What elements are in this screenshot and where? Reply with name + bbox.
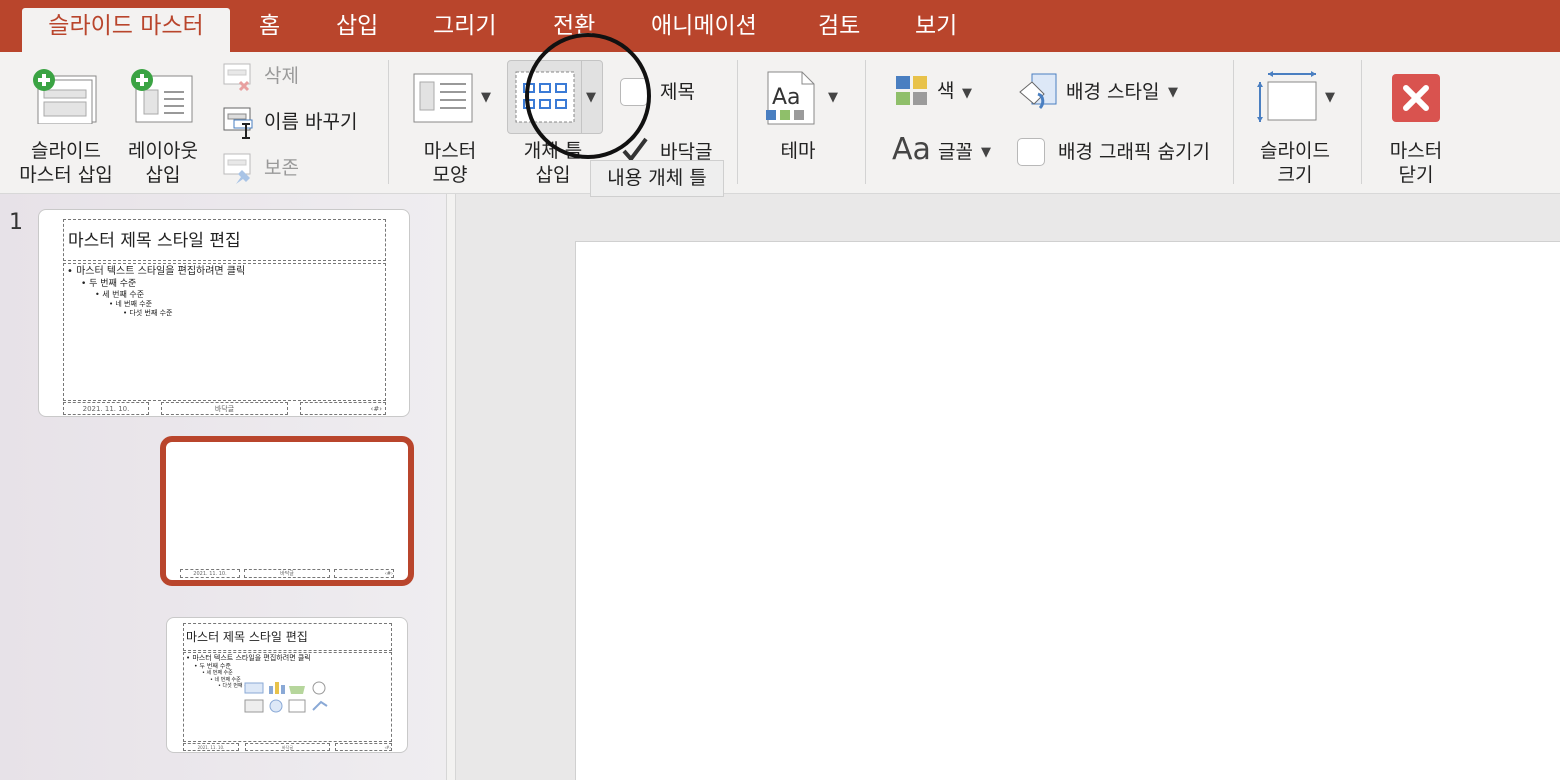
date-placeholder: 2021. 11. 10.	[180, 569, 240, 578]
title-placeholder: 마스터 제목 스타일 편집	[63, 219, 386, 261]
close-icon	[1392, 74, 1440, 122]
tab-draw[interactable]: 그리기	[433, 10, 496, 52]
footer-placeholder: 바닥글	[245, 743, 330, 751]
insert-slide-master-label-1: 슬라이드	[31, 140, 101, 162]
rename-label: 이름 바꾸기	[264, 111, 358, 133]
body-level-1: • 마스터 텍스트 스타일을 편집하려면 클릭	[186, 654, 311, 662]
pane-splitter[interactable]	[446, 194, 456, 780]
slide-number-placeholder: ‹#›	[335, 743, 392, 751]
background-styles-label: 배경 스타일	[1066, 81, 1160, 103]
footer-placeholder: 바닥글	[161, 402, 288, 415]
title-checkbox-label: 제목	[660, 81, 695, 103]
slide-master-thumbnail[interactable]: 마스터 제목 스타일 편집 • 마스터 텍스트 스타일을 편집하려면 클릭 • …	[38, 209, 410, 417]
slide-size-dropdown-arrow[interactable]: ▼	[1325, 90, 1335, 105]
body-level-2: • 두 번째 수준	[81, 278, 137, 289]
master-layout-icon	[413, 73, 473, 123]
body-placeholder: • 마스터 텍스트 스타일을 편집하려면 클릭 • 두 번째 수준 • 세 번째…	[63, 263, 386, 401]
ribbon-separator	[388, 60, 389, 184]
delete-label: 삭제	[264, 65, 299, 87]
footer-placeholder: 바닥글	[244, 569, 330, 578]
slide-canvas[interactable]	[575, 241, 1560, 780]
date-placeholder: 2021. 11. 10.	[183, 743, 239, 751]
body-level-1: • 마스터 텍스트 스타일을 편집하려면 클릭	[67, 266, 246, 277]
svg-text:Aa: Aa	[772, 85, 801, 110]
fonts-aa-icon: Aa	[892, 132, 931, 167]
body-level-3: • 세 번째 수준	[95, 289, 145, 299]
background-styles-dropdown-arrow[interactable]: ▼	[1168, 85, 1178, 100]
master-layout-label-1: 마스터	[423, 140, 477, 162]
background-styles-icon	[1019, 73, 1057, 110]
slide-size-icon	[1257, 71, 1317, 122]
colors-dropdown-arrow[interactable]: ▼	[962, 86, 972, 101]
colors-label: 색	[937, 80, 955, 102]
insert-slide-master-label-2: 마스터 삽입	[19, 164, 113, 186]
hide-background-graphics-checkbox[interactable]	[1017, 138, 1045, 166]
insert-placeholder-label-2: 삽입	[535, 164, 571, 186]
master-layout-dropdown-arrow[interactable]: ▼	[481, 90, 491, 105]
insert-layout-label-2: 삽입	[145, 164, 181, 186]
theme-icon: Aa	[766, 71, 815, 125]
close-master-label-1: 마스터	[1389, 140, 1443, 162]
preserve-label: 보존	[264, 157, 299, 179]
tab-slide-master[interactable]: 슬라이드 마스터	[22, 8, 230, 52]
delete-slide-icon	[223, 63, 251, 92]
title-placeholder: 마스터 제목 스타일 편집	[183, 623, 392, 651]
tab-review[interactable]: 검토	[818, 10, 860, 52]
blank-layout-thumbnail[interactable]: 2021. 11. 10. 바닥글 ‹#›	[160, 436, 414, 586]
ribbon-separator	[1233, 60, 1234, 184]
ribbon-separator	[1361, 60, 1362, 184]
slide-number-placeholder: ‹#›	[300, 402, 386, 415]
insert-content-icons	[244, 681, 328, 713]
hide-background-graphics-label: 배경 그래픽 숨기기	[1058, 141, 1210, 163]
rename-slide-icon	[223, 107, 253, 139]
slide-number-placeholder: ‹#›	[334, 569, 394, 578]
slide-number: 1	[9, 210, 23, 235]
ribbon-tab-bar: 슬라이드 마스터 홈 삽입 그리기 전환 애니메이션 검토 보기	[0, 0, 1560, 52]
master-layout-label-2: 모양	[432, 164, 468, 186]
slide-size-label-1: 슬라이드	[1260, 140, 1330, 162]
tab-animations[interactable]: 애니메이션	[651, 10, 757, 52]
body-level-4: • 네 번째 수준	[109, 299, 153, 308]
tab-home[interactable]: 홈	[259, 10, 280, 52]
ribbon-separator	[865, 60, 866, 184]
body-level-5: • 다섯 번째 수준	[123, 308, 173, 317]
color-swatches-icon	[896, 76, 927, 105]
highlight-circle-annotation	[525, 33, 651, 159]
insert-layout-icon	[131, 69, 193, 123]
title-content-layout-thumbnail[interactable]: 마스터 제목 스타일 편집 • 마스터 텍스트 스타일을 편집하려면 클릭 • …	[166, 617, 408, 753]
tab-insert[interactable]: 삽입	[336, 10, 378, 52]
theme-dropdown-arrow[interactable]: ▼	[828, 90, 838, 105]
preserve-pin-icon	[223, 153, 251, 184]
tab-view[interactable]: 보기	[915, 10, 957, 52]
ribbon-separator	[737, 60, 738, 184]
fonts-dropdown-arrow[interactable]: ▼	[981, 145, 991, 160]
slide-size-label-2: 크기	[1277, 164, 1313, 186]
theme-label: 테마	[780, 140, 816, 162]
date-placeholder: 2021. 11. 10.	[63, 402, 149, 415]
insert-slide-master-icon	[33, 69, 97, 124]
fonts-label: 글꼴	[938, 141, 973, 163]
content-placeholder-tooltip: 내용 개체 틀	[590, 160, 724, 197]
close-master-label-2: 닫기	[1398, 164, 1434, 186]
insert-layout-label-1: 레이아웃	[128, 140, 198, 162]
